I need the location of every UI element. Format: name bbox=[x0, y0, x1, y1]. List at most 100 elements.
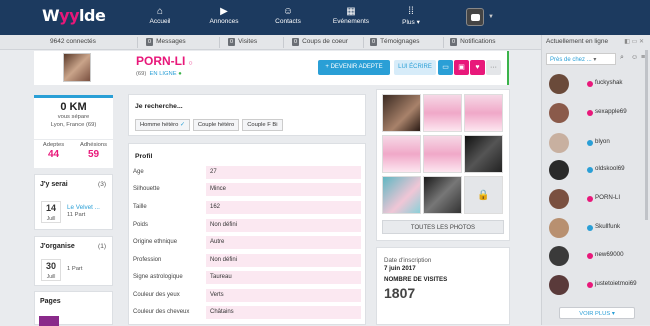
top-navbar: Wyylde ⌂ Accueil ▶ Annonces ☺ Contacts ▦ Evé… bbox=[0, 0, 650, 35]
couple-icon bbox=[587, 110, 593, 116]
grid-icon: ⁞⁞ bbox=[408, 6, 414, 17]
photo-thumb[interactable] bbox=[423, 135, 462, 173]
profil-row-cheveux: Couleur des cheveux Châtains bbox=[133, 306, 361, 319]
stats-bar: 9642 connectés 0 Messages 0 Visites 0 Coups… bbox=[0, 35, 541, 50]
search-chips: Homme hétéro ✓ Couple hétéro Couple F Bi bbox=[135, 119, 286, 131]
devenir-adepte-button[interactable]: + DEVENIR ADEPTE bbox=[318, 60, 390, 75]
online-user[interactable]: oldskool69 bbox=[547, 160, 641, 183]
nav-annonces[interactable]: ▶ Annonces bbox=[194, 6, 254, 25]
stat-notifications[interactable]: 0 Notifications bbox=[450, 38, 495, 46]
online-user[interactable]: new69000 bbox=[547, 246, 641, 269]
distance-card: 0 KM vous sépare Lyon, France (69) bbox=[34, 95, 113, 139]
home-icon: ⌂ bbox=[156, 6, 164, 17]
online-user[interactable]: justetoietmoi69 bbox=[547, 275, 641, 298]
chip-couple-hetero: Couple hétéro bbox=[192, 119, 240, 131]
profil-row-age: Age 27 bbox=[133, 166, 361, 179]
visits-count: 1807 bbox=[384, 285, 416, 301]
nav-evenements[interactable]: ▦ Evénements bbox=[321, 6, 381, 25]
proximity-filter-select[interactable]: Près de chez ... ▾ bbox=[546, 53, 616, 65]
profil-row-signe: Signe astrologique Taureau bbox=[133, 271, 361, 284]
logo-prefix: W bbox=[42, 6, 60, 25]
distance-value: 0 KM bbox=[60, 101, 87, 113]
chevron-down-icon: ▾ bbox=[593, 57, 597, 63]
event-date: 30 Juill bbox=[41, 259, 61, 281]
profile-photo[interactable] bbox=[63, 53, 91, 82]
stat-temoignages[interactable]: 0 Témoignages bbox=[370, 38, 419, 46]
chip-couple-f-bi: Couple F Bi bbox=[242, 119, 283, 131]
photo-thumb[interactable] bbox=[382, 176, 421, 214]
photo-thumb[interactable] bbox=[423, 176, 462, 214]
lock-icon[interactable]: 🔒 bbox=[464, 176, 503, 214]
profil-row-origine: Origine ethnique Autre bbox=[133, 236, 361, 249]
event-date: 14 Juill bbox=[41, 201, 61, 223]
avatar bbox=[549, 246, 569, 266]
profile-name: PORN-LI ○ bbox=[136, 54, 193, 68]
online-user[interactable]: fuckyshak bbox=[547, 74, 641, 97]
photo-thumb[interactable] bbox=[464, 94, 503, 132]
couple-icon bbox=[587, 81, 593, 87]
adhesions-count[interactable]: Adhésions 59 bbox=[74, 142, 113, 160]
more-icon[interactable]: ··· bbox=[486, 60, 501, 75]
status-dot-icon: ● bbox=[178, 71, 182, 77]
avatar bbox=[549, 189, 569, 209]
avatar bbox=[549, 275, 569, 295]
couple-icon bbox=[587, 282, 593, 288]
chat-icon[interactable]: ▭ bbox=[438, 60, 453, 75]
inscription-card: Date d'inscription 7 juin 2017 NOMBRE DE… bbox=[376, 247, 510, 325]
nav-plus[interactable]: ⁞⁞ Plus ▾ bbox=[381, 6, 441, 26]
chevron-down-icon[interactable]: ▼ bbox=[488, 14, 494, 20]
location: Lyon, France (69) bbox=[50, 122, 97, 128]
stat-coups-de-coeur[interactable]: 0 Coups de coeur bbox=[292, 38, 348, 46]
lui-ecrire-button[interactable]: LUI ÉCRIRE bbox=[394, 60, 436, 75]
profil-row-yeux: Couleur des yeux Verts bbox=[133, 289, 361, 302]
nav-contacts[interactable]: ☺ Contacts bbox=[258, 6, 318, 25]
profil-row-taille: Taille 162 bbox=[133, 201, 361, 214]
search-icon[interactable]: ⌕ bbox=[620, 54, 624, 62]
logo-yy: yy bbox=[59, 6, 80, 25]
man-icon bbox=[587, 140, 593, 146]
photo-thumb[interactable] bbox=[423, 94, 462, 132]
online-user[interactable]: PORN-LI bbox=[547, 189, 641, 212]
photo-thumb[interactable] bbox=[382, 94, 421, 132]
jorganise-card: J'organise (1) 30 Juill 1 Part bbox=[34, 236, 113, 286]
nav-accueil[interactable]: ⌂ Accueil bbox=[130, 6, 190, 25]
avatar bbox=[549, 160, 569, 180]
online-user[interactable]: blyon bbox=[547, 133, 641, 156]
all-photos-button[interactable]: TOUTES LES PHOTOS bbox=[382, 220, 504, 234]
megaphone-icon: ▶ bbox=[220, 6, 228, 17]
avatar bbox=[549, 133, 569, 153]
wyylde-logo[interactable]: Wyylde bbox=[42, 6, 106, 25]
online-dot-icon: ○ bbox=[188, 60, 193, 67]
voir-plus-button[interactable]: VOIR PLUS ▾ bbox=[559, 307, 635, 319]
profil-row-silhouette: Silhouette Mince bbox=[133, 183, 361, 196]
logo-suffix: lde bbox=[79, 6, 106, 25]
panel-window-icons[interactable]: ◧ ▭ ✕ bbox=[624, 38, 644, 45]
gift-icon[interactable]: ▣ bbox=[454, 60, 469, 75]
profil-row-profession: Profession Non défini bbox=[133, 254, 361, 267]
scrollbar[interactable] bbox=[645, 50, 648, 220]
online-user[interactable]: Skullfunk bbox=[547, 218, 641, 241]
calendar-icon: ▦ bbox=[346, 6, 356, 17]
photo-thumb[interactable] bbox=[382, 135, 421, 173]
avatar bbox=[549, 74, 569, 94]
woman-icon bbox=[587, 196, 593, 202]
chip-homme-hetero: Homme hétéro ✓ bbox=[135, 119, 190, 131]
jyserai-card: J'y serai (3) 14 Juill Le Velvet ... 11 P… bbox=[34, 174, 113, 230]
man-icon bbox=[587, 225, 593, 231]
user-avatar-menu[interactable] bbox=[466, 8, 484, 26]
couple-icon bbox=[587, 253, 593, 259]
search-card: Je recherche... Homme hétéro ✓ Couple hét… bbox=[128, 94, 366, 136]
event-link[interactable]: Le Velvet ... bbox=[67, 204, 100, 211]
online-user[interactable]: sexapple69 bbox=[547, 103, 641, 126]
user-icon[interactable]: ☺ bbox=[631, 54, 638, 61]
man-icon bbox=[587, 167, 593, 173]
profil-row-poids: Poids Non défini bbox=[133, 219, 361, 232]
connected-count: 9642 connectés bbox=[50, 38, 96, 45]
adeptes-count[interactable]: Adeptes 44 bbox=[34, 142, 73, 160]
photo-thumb[interactable] bbox=[464, 135, 503, 173]
heart-icon[interactable]: ♥ bbox=[470, 60, 485, 75]
stat-visites[interactable]: 0 Visites bbox=[228, 38, 257, 46]
avatar bbox=[549, 103, 569, 123]
stat-messages[interactable]: 0 Messages bbox=[146, 38, 186, 46]
avatar bbox=[549, 218, 569, 238]
